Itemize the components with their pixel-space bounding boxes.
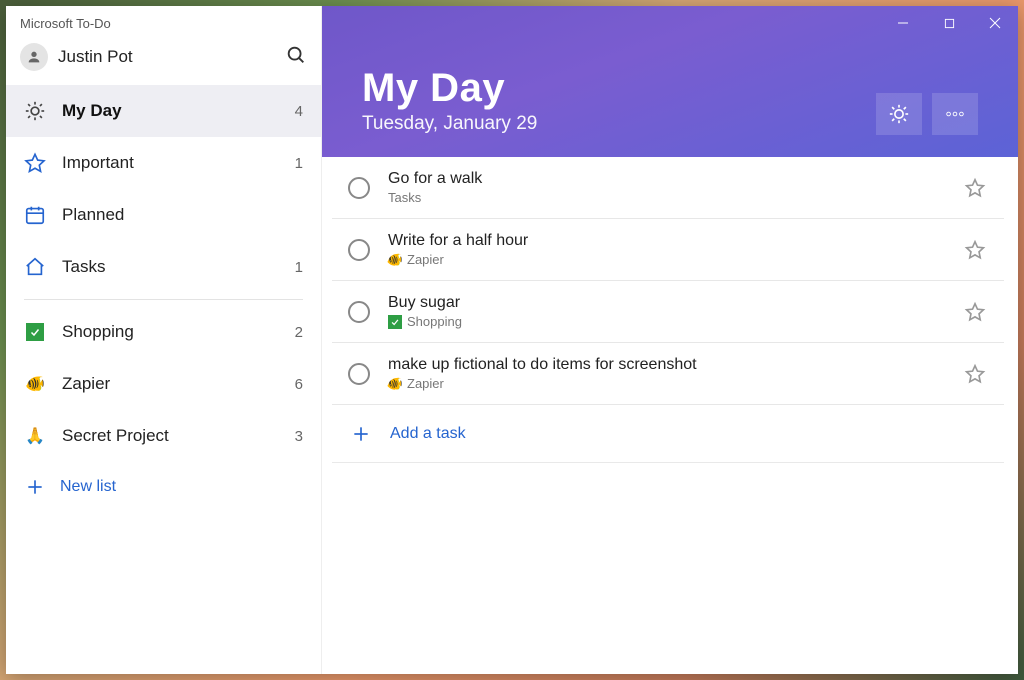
sidebar-item-important[interactable]: Important1 bbox=[6, 137, 321, 189]
star-button[interactable] bbox=[964, 177, 986, 199]
star-icon bbox=[24, 152, 46, 174]
sidebar-item-label: Planned bbox=[62, 205, 303, 225]
task-body: Buy sugar Shopping bbox=[388, 294, 956, 329]
task-title: Buy sugar bbox=[388, 294, 956, 312]
add-task-button[interactable]: Add a task bbox=[332, 405, 1004, 463]
complete-checkbox[interactable] bbox=[348, 363, 370, 385]
sidebar-item-myday[interactable]: My Day4 bbox=[6, 85, 321, 137]
sidebar-item-count: 1 bbox=[295, 155, 303, 172]
sun-icon bbox=[24, 100, 46, 122]
task-title: make up fictional to do items for screen… bbox=[388, 356, 956, 374]
sidebar-item-shopping[interactable]: Shopping2 bbox=[6, 306, 321, 358]
calendar-icon bbox=[24, 204, 46, 226]
app-title: Microsoft To-Do bbox=[6, 6, 321, 37]
sidebar-item-label: Secret Project bbox=[62, 426, 295, 446]
sidebar-divider bbox=[24, 299, 303, 300]
window-controls bbox=[322, 6, 1018, 40]
complete-checkbox[interactable] bbox=[348, 177, 370, 199]
sidebar-item-label: Tasks bbox=[62, 257, 295, 277]
app-window: Microsoft To-Do Justin Pot My Day4Import… bbox=[6, 6, 1018, 674]
task-meta: Shopping bbox=[388, 314, 956, 329]
new-list-label: New list bbox=[60, 478, 116, 496]
list-icon: 🙏 bbox=[24, 425, 46, 447]
minimize-button[interactable] bbox=[880, 6, 926, 40]
home-icon bbox=[24, 256, 46, 278]
task-row[interactable]: Go for a walk Tasks bbox=[332, 157, 1004, 219]
star-button[interactable] bbox=[964, 363, 986, 385]
task-body: Write for a half hour 🐠Zapier bbox=[388, 232, 956, 267]
search-icon[interactable] bbox=[285, 44, 307, 71]
page-date: Tuesday, January 29 bbox=[362, 113, 876, 135]
sidebar-item-count: 1 bbox=[295, 259, 303, 276]
task-meta: 🐠Zapier bbox=[388, 376, 956, 391]
suggestions-button[interactable] bbox=[876, 93, 922, 135]
user-name: Justin Pot bbox=[58, 47, 285, 67]
task-row[interactable]: make up fictional to do items for screen… bbox=[332, 343, 1004, 405]
sidebar-item-tasks[interactable]: Tasks1 bbox=[6, 241, 321, 293]
sidebar-item-label: My Day bbox=[62, 101, 295, 121]
sidebar-item-label: Shopping bbox=[62, 322, 295, 342]
profile-row[interactable]: Justin Pot bbox=[6, 37, 321, 81]
smart-lists: My Day4Important1PlannedTasks1 bbox=[6, 81, 321, 293]
task-body: Go for a walk Tasks bbox=[388, 170, 956, 205]
sidebar: Microsoft To-Do Justin Pot My Day4Import… bbox=[6, 6, 322, 674]
sidebar-item-secret[interactable]: 🙏 Secret Project3 bbox=[6, 410, 321, 462]
sidebar-item-count: 4 bbox=[295, 103, 303, 120]
sidebar-item-label: Zapier bbox=[62, 374, 295, 394]
sidebar-item-count: 2 bbox=[295, 324, 303, 341]
task-row[interactable]: Write for a half hour 🐠Zapier bbox=[332, 219, 1004, 281]
avatar bbox=[20, 43, 48, 71]
task-meta: 🐠Zapier bbox=[388, 252, 956, 267]
custom-lists: Shopping2 🐠 Zapier6 🙏 Secret Project3 bbox=[6, 306, 321, 462]
sidebar-item-count: 6 bbox=[295, 376, 303, 393]
task-title: Write for a half hour bbox=[388, 232, 956, 250]
sidebar-item-zapier[interactable]: 🐠 Zapier6 bbox=[6, 358, 321, 410]
list-icon: 🐠 bbox=[24, 373, 46, 395]
new-list-button[interactable]: New list bbox=[6, 462, 321, 512]
page-title: My Day bbox=[362, 66, 876, 111]
complete-checkbox[interactable] bbox=[348, 239, 370, 261]
task-list: Go for a walk Tasks Write for a half hour 🐠… bbox=[322, 157, 1018, 674]
main-panel: My Day Tuesday, January 29 Go for a walk… bbox=[322, 6, 1018, 674]
sidebar-item-count: 3 bbox=[295, 428, 303, 445]
plus-icon bbox=[24, 476, 46, 498]
star-button[interactable] bbox=[964, 239, 986, 261]
list-icon bbox=[24, 321, 46, 343]
more-options-button[interactable] bbox=[932, 93, 978, 135]
sidebar-item-label: Important bbox=[62, 153, 295, 173]
task-body: make up fictional to do items for screen… bbox=[388, 356, 956, 391]
star-button[interactable] bbox=[964, 301, 986, 323]
task-meta: Tasks bbox=[388, 190, 956, 205]
close-button[interactable] bbox=[972, 6, 1018, 40]
task-row[interactable]: Buy sugar Shopping bbox=[332, 281, 1004, 343]
task-title: Go for a walk bbox=[388, 170, 956, 188]
plus-icon bbox=[350, 423, 372, 445]
sidebar-item-planned[interactable]: Planned bbox=[6, 189, 321, 241]
maximize-button[interactable] bbox=[926, 6, 972, 40]
add-task-label: Add a task bbox=[390, 425, 466, 443]
complete-checkbox[interactable] bbox=[348, 301, 370, 323]
